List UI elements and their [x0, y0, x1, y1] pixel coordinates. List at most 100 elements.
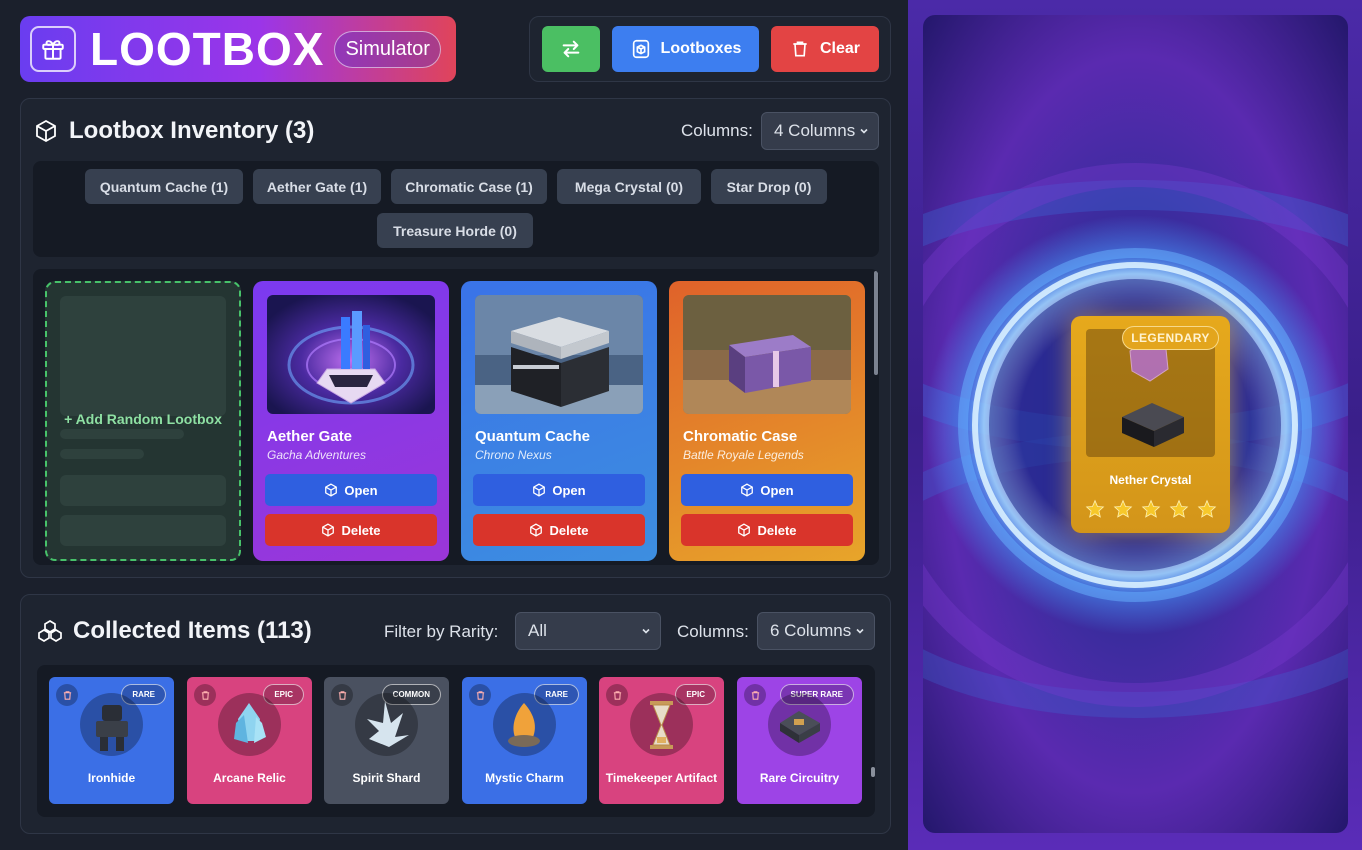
collected-title: Collected Items (113) [73, 617, 312, 644]
swap-button[interactable] [542, 26, 600, 72]
inventory-columns-label: Columns: [681, 121, 753, 140]
rarity-filter-select[interactable]: All [515, 612, 661, 650]
item-image [218, 693, 281, 756]
swap-arrows-icon [562, 40, 580, 58]
delete-lootbox-button[interactable]: Delete [473, 514, 645, 546]
add-random-lootbox-label: + Add Random Lootbox [64, 411, 222, 427]
app-logo: LOOTBOX Simulator [20, 16, 456, 82]
item-image [80, 693, 143, 756]
items-scrollbar[interactable] [871, 767, 875, 777]
star-icon [1113, 499, 1132, 518]
chip-quantum-cache[interactable]: Quantum Cache (1) [85, 169, 243, 204]
main-area: LOOTBOX Simulator Lootboxes Clear Lootbo… [0, 0, 908, 850]
chip-treasure-horde[interactable]: Treasure Horde (0) [377, 213, 533, 248]
delete-item-icon[interactable] [331, 684, 353, 706]
box-icon [322, 523, 335, 537]
lootbox-card: Chromatic Case Battle Royale Legends Ope… [669, 281, 865, 561]
box-icon [533, 483, 546, 497]
collected-items-panel: Collected Items (113) Filter by Rarity: … [20, 594, 891, 834]
inventory-columns-value: 4 Columns [774, 121, 856, 140]
lootbox-type-chips: Quantum Cache (1) Aether Gate (1) Chroma… [33, 161, 879, 257]
open-lootbox-button[interactable]: Open [473, 474, 645, 506]
lootbox-name: Chromatic Case [683, 428, 798, 445]
item-card[interactable]: RARE Mystic Charm [462, 677, 587, 804]
delete-lootbox-button[interactable]: Delete [681, 514, 853, 546]
item-name: Timekeeper Artifact [605, 771, 718, 785]
rating-stars [1071, 499, 1230, 519]
item-name: Rare Circuitry [759, 771, 840, 785]
opening-animation-view: LEGENDARY Nether Crystal [923, 15, 1348, 833]
chip-aether-gate[interactable]: Aether Gate (1) [253, 169, 381, 204]
item-image [630, 693, 693, 756]
clear-button-label: Clear [819, 40, 861, 57]
chevron-down-icon [856, 628, 864, 634]
item-card[interactable]: EPIC Arcane Relic [187, 677, 312, 804]
item-card[interactable]: RARE Ironhide [49, 677, 174, 804]
inventory-columns-select[interactable]: 4 Columns [761, 112, 879, 150]
delete-item-icon[interactable] [469, 684, 491, 706]
rarity-filter-label: Filter by Rarity: [384, 622, 499, 641]
inventory-title: Lootbox Inventory (3) [69, 117, 315, 144]
lootbox-inventory-panel: Lootbox Inventory (3) Columns: 4 Columns… [20, 98, 891, 578]
item-card[interactable]: EPIC Timekeeper Artifact [599, 677, 724, 804]
delete-item-icon[interactable] [744, 684, 766, 706]
open-lootbox-button[interactable]: Open [265, 474, 437, 506]
cube-icon [36, 119, 56, 143]
items-icon [38, 620, 62, 642]
star-icon [1197, 499, 1216, 518]
box-icon [530, 523, 543, 537]
opening-preview-area: LEGENDARY Nether Crystal [908, 0, 1362, 850]
legendary-rarity-badge: LEGENDARY [1122, 326, 1219, 350]
delete-item-icon[interactable] [194, 684, 216, 706]
lootbox-image [683, 295, 851, 414]
box-icon [325, 483, 338, 497]
item-image [355, 693, 418, 756]
delete-item-icon[interactable] [56, 684, 78, 706]
trash-icon [793, 41, 807, 57]
revealed-item-card[interactable]: LEGENDARY Nether Crystal [1071, 316, 1230, 533]
lootboxes-button[interactable]: Lootboxes [612, 26, 759, 72]
add-random-lootbox-card[interactable]: + Add Random Lootbox [45, 281, 241, 561]
delete-lootbox-button[interactable]: Delete [265, 514, 437, 546]
item-card[interactable]: COMMON Spirit Shard [324, 677, 449, 804]
open-label: Open [344, 482, 378, 498]
item-image [493, 693, 556, 756]
item-name: Arcane Relic [213, 771, 286, 785]
clear-button[interactable]: Clear [771, 26, 879, 72]
gift-icon [30, 26, 76, 72]
lootbox-game: Chrono Nexus [475, 448, 552, 462]
box-icon [738, 523, 751, 537]
open-label: Open [760, 482, 794, 498]
star-icon [1085, 499, 1104, 518]
item-card[interactable]: SUPER RARE Rare Circuitry [737, 677, 862, 804]
revealed-item-name: Nether Crystal [1109, 473, 1192, 487]
lootbox-name: Aether Gate [267, 428, 353, 445]
box-icon [741, 483, 754, 497]
lootbox-name: Quantum Cache [475, 428, 591, 445]
app-subtitle-badge: Simulator [334, 30, 441, 68]
lootbox-card: Quantum Cache Chrono Nexus Open Delete [461, 281, 657, 561]
item-name: Ironhide [87, 771, 136, 785]
lootbox-image [475, 295, 643, 414]
box-icon [632, 39, 649, 59]
delete-item-icon[interactable] [606, 684, 628, 706]
chip-star-drop[interactable]: Star Drop (0) [711, 169, 827, 204]
star-icon [1141, 499, 1160, 518]
collected-columns-value: 6 Columns [770, 621, 852, 640]
inventory-scrollbar[interactable] [874, 271, 878, 375]
collected-columns-select[interactable]: 6 Columns [757, 612, 875, 650]
app-title: LOOTBOX [90, 23, 325, 75]
chip-mega-crystal[interactable]: Mega Crystal (0) [557, 169, 701, 204]
toolbar: Lootboxes Clear [529, 16, 891, 82]
chip-chromatic-case[interactable]: Chromatic Case (1) [391, 169, 547, 204]
lootboxes-button-label: Lootboxes [660, 40, 742, 57]
collected-items-grid: RARE Ironhide EPIC Arcane Relic COMMON S… [37, 665, 875, 817]
item-name: Spirit Shard [352, 771, 421, 785]
delete-label: Delete [757, 522, 797, 538]
lootbox-game: Battle Royale Legends [683, 448, 804, 462]
chevron-down-icon [642, 628, 650, 634]
lootbox-grid: + Add Random Lootbox Aether Gate Gacha A… [33, 269, 879, 565]
collected-columns-label: Columns: [677, 622, 749, 641]
delete-label: Delete [549, 522, 589, 538]
open-lootbox-button[interactable]: Open [681, 474, 853, 506]
